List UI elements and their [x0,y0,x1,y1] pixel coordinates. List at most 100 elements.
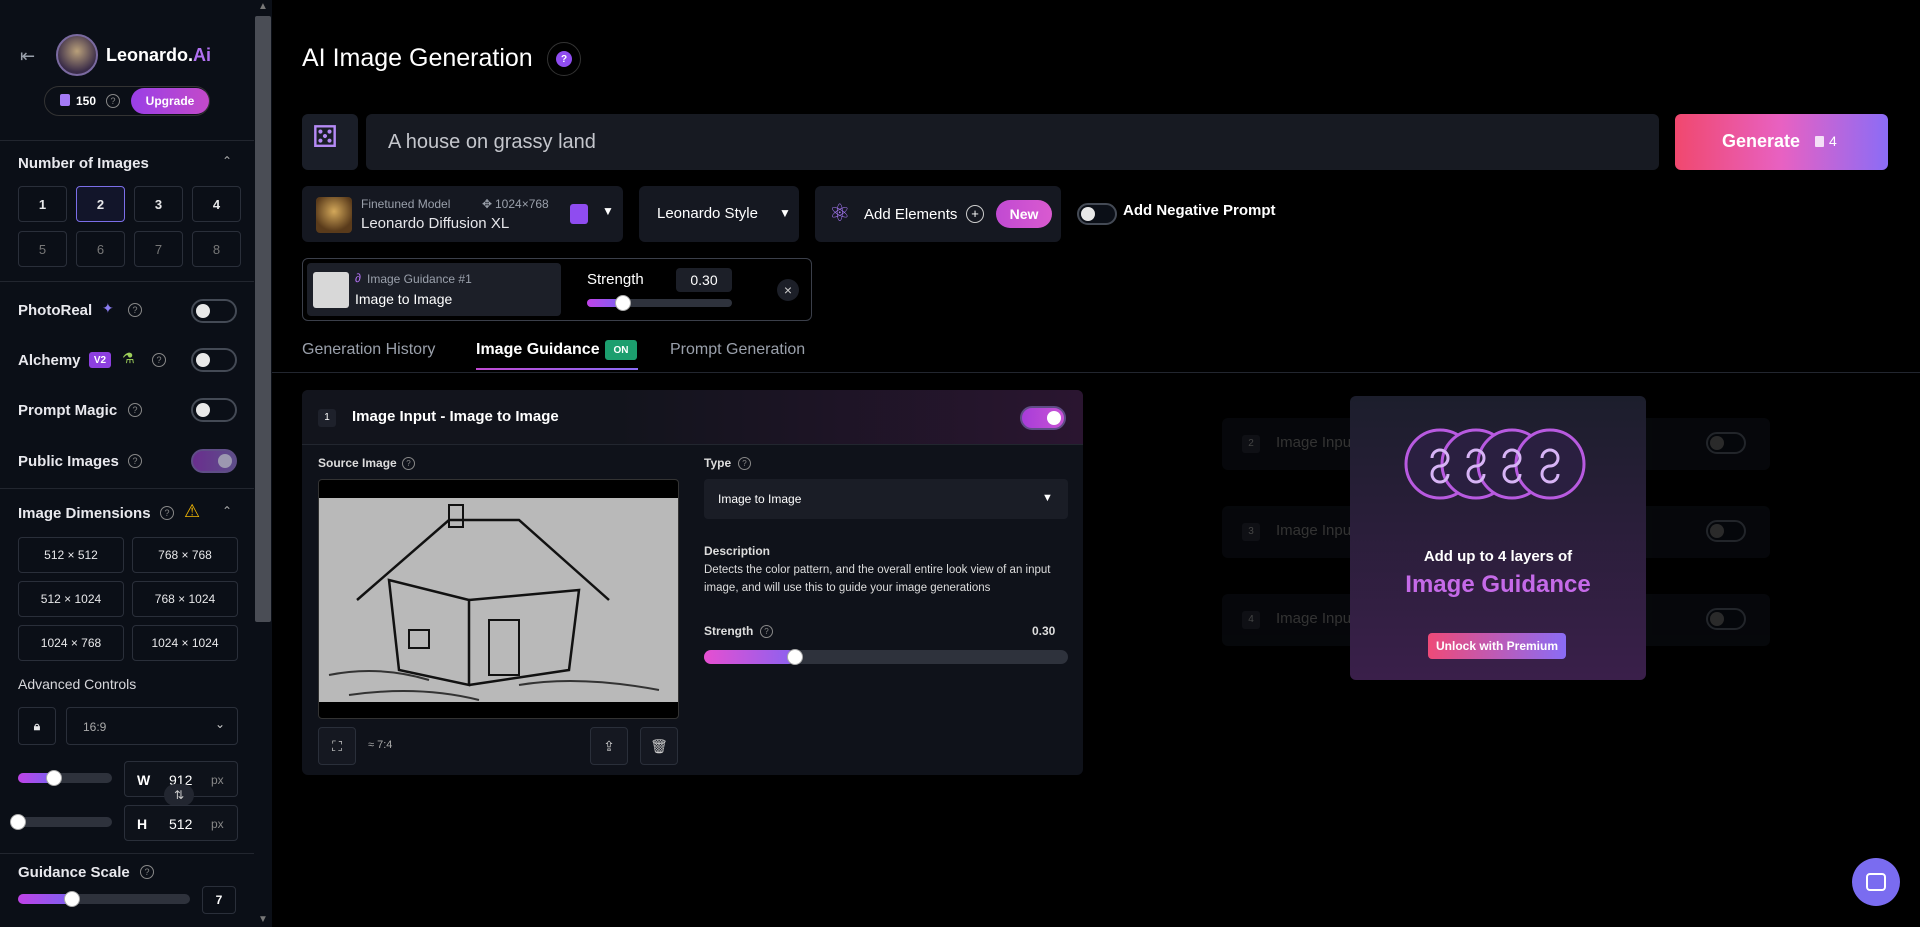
width-slider-knob[interactable] [46,770,62,786]
guidance-chip-card[interactable]: ∂ Image Guidance #1 Image to Image [307,263,561,316]
image-ratio: ≈ 7:4 [368,739,393,751]
image-count-1[interactable]: 1 [18,186,67,222]
strength-help-icon[interactable]: ? [760,625,773,638]
model-dims: 1024×768 [495,197,549,211]
height-value: 512 [169,816,193,832]
style-selector[interactable]: Leonardo Style ▼ [639,186,799,242]
prompt-input[interactable]: A house on grassy land [366,114,1659,170]
height-slider-knob[interactable] [10,814,26,830]
toggle-knob [1710,436,1724,450]
dimension-512x1024[interactable]: 512 × 1024 [18,581,124,617]
crop-icon[interactable]: ⛶ [318,727,356,765]
prompt-placeholder: A house on grassy land [388,131,596,153]
prompt-magic-help-icon[interactable]: ? [128,403,142,417]
layer-toggle [1706,608,1746,630]
image-count-8[interactable]: 8 [192,231,241,267]
type-select[interactable]: Image to Image ▼ [704,479,1068,519]
guidance-strength-knob[interactable] [615,295,631,311]
upload-icon[interactable]: ⇪ [590,727,628,765]
generate-label: Generate [1722,131,1801,151]
dimension-768x1024[interactable]: 768 × 1024 [132,581,238,617]
lock-aspect-button[interactable]: 🔒︎ [18,707,56,745]
dimension-1024x1024[interactable]: 1024 × 1024 [132,625,238,661]
dimension-1024x768[interactable]: 1024 × 768 [18,625,124,661]
layer-toggle [1706,520,1746,542]
public-images-help-icon[interactable]: ? [128,454,142,468]
guidance-strength-label: Strength [587,271,644,288]
chevron-up-icon[interactable]: ⌃ [222,154,232,168]
image-guidance-layers-icon [1404,428,1586,500]
type-help-icon[interactable]: ? [738,457,751,470]
dimension-512x512[interactable]: 512 × 512 [18,537,124,573]
generate-button[interactable]: Generate 4 [1675,114,1888,170]
close-icon[interactable]: × [777,279,799,301]
layer-label: Image Input [1276,522,1356,539]
source-image[interactable] [318,479,679,719]
chat-launcher-button[interactable] [1852,858,1900,906]
image-count-2[interactable]: 2 [76,186,125,222]
token-help-icon[interactable]: ? [106,94,120,108]
image-count-7[interactable]: 7 [134,231,183,267]
width-label: W [137,772,151,788]
tab-generation-history[interactable]: Generation History [302,341,435,359]
model-notes-icon [570,204,588,224]
divider [0,140,254,141]
random-prompt-button[interactable]: ⚄ [302,114,358,170]
alchemy-version-badge: V2 [89,352,111,368]
alchemy-help-icon[interactable]: ? [152,353,166,367]
negative-prompt-toggle[interactable] [1077,203,1117,225]
strength-slider-knob[interactable] [787,649,803,665]
scroll-up-icon[interactable]: ▲ [254,0,272,14]
avatar[interactable] [56,34,98,76]
image-count-4[interactable]: 4 [192,186,241,222]
height-input[interactable]: H 512 px [124,805,238,841]
trash-icon[interactable]: 🗑︎ [640,727,678,765]
model-selector[interactable]: Finetuned Model ✥ 1024×768 Leonardo Diff… [302,186,623,242]
help-icon: ? [556,51,572,67]
aspect-ratio-select[interactable]: 16:9 ⌄ [66,707,238,745]
guidance-scale-help-icon[interactable]: ? [140,865,154,879]
alchemy-toggle[interactable] [191,348,237,372]
guidance-scale-value[interactable]: 7 [202,886,236,914]
brand-logo: Leonardo.Ai [106,45,212,65]
add-elements-button[interactable]: ⚛ Add Elements + New [815,186,1061,242]
unlock-premium-button[interactable]: Unlock with Premium [1428,633,1566,659]
guidance-scale-label: Guidance Scale [18,864,130,881]
alchemy-label: Alchemy [18,352,81,369]
layer-index: 4 [1242,611,1260,629]
collapse-sidebar-icon[interactable]: ⇤ [20,46,35,67]
layer-label: Image Input [1276,610,1356,627]
photoreal-help-icon[interactable]: ? [128,303,142,317]
source-image-help-icon[interactable]: ? [402,457,415,470]
scroll-down-icon[interactable]: ▼ [254,913,272,927]
chevron-down-icon: ⌄ [215,717,226,731]
photoreal-toggle[interactable] [191,299,237,323]
flask-icon: ⚗ [122,350,135,366]
sidebar-scrollbar-thumb[interactable] [255,16,271,622]
guidance-strength-value[interactable]: 0.30 [676,268,732,292]
generate-cost: 4 [1829,133,1837,149]
image-count-3[interactable]: 3 [134,186,183,222]
height-slider[interactable] [18,817,112,827]
public-images-label: Public Images [18,453,119,470]
prompt-magic-toggle[interactable] [191,398,237,422]
page-help-button[interactable]: ? [547,42,581,76]
image-count-5[interactable]: 5 [18,231,67,267]
source-image-label: Source Image [318,456,397,470]
guidance-scale-slider-knob[interactable] [64,891,80,907]
number-of-images-title: Number of Images [18,155,149,172]
dimension-768x768[interactable]: 768 × 768 [132,537,238,573]
public-images-toggle[interactable] [191,449,237,473]
tab-image-guidance[interactable]: Image Guidance [476,341,600,359]
swap-dimensions-icon[interactable]: ⇅ [164,784,194,806]
image-input-toggle[interactable] [1020,406,1066,430]
guidance-chip-name: Image to Image [355,291,453,307]
tab-prompt-generation[interactable]: Prompt Generation [670,341,805,359]
upgrade-button[interactable]: Upgrade [131,88,209,114]
strength-value: 0.30 [1032,624,1056,638]
image-count-6[interactable]: 6 [76,231,125,267]
width-unit: px [211,773,224,787]
add-elements-label: Add Elements [864,206,958,223]
chevron-up-icon[interactable]: ⌃ [222,504,232,518]
image-dimensions-help-icon[interactable]: ? [160,506,174,520]
